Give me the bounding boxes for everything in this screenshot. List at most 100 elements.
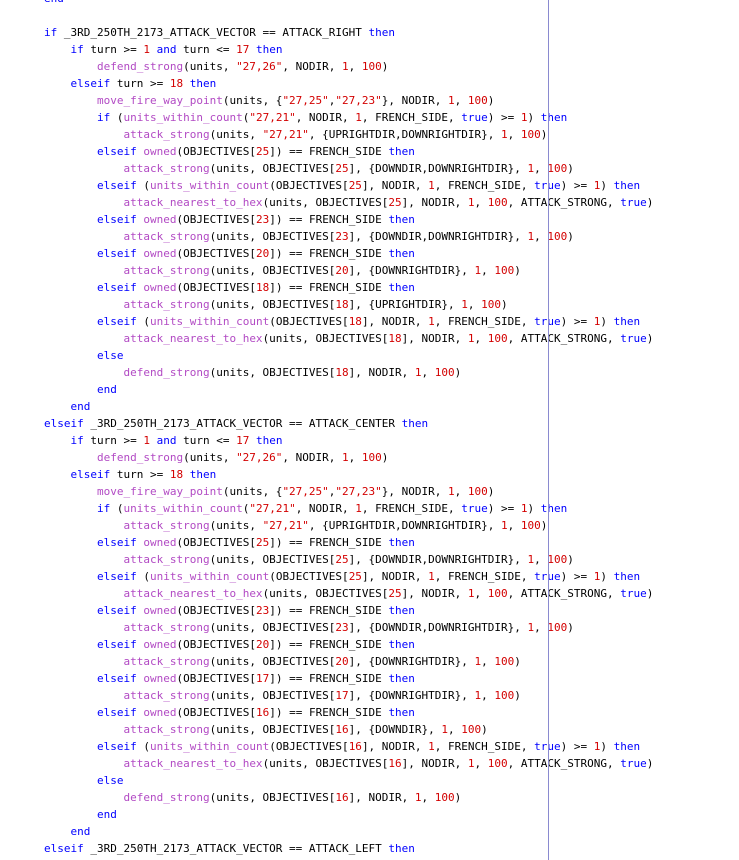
number-token: 25 xyxy=(348,179,362,192)
code-line[interactable]: elseif (units_within_count(OBJECTIVES[18… xyxy=(44,313,653,330)
code-line[interactable]: attack_strong(units, "27,21", {UPRIGHTDI… xyxy=(44,517,653,534)
text-token: ], NODIR, xyxy=(401,757,468,770)
code-line[interactable]: attack_strong(units, OBJECTIVES[20], {DO… xyxy=(44,262,653,279)
code-line[interactable]: elseif owned(OBJECTIVES[18]) == FRENCH_S… xyxy=(44,279,653,296)
code-line[interactable]: elseif owned(OBJECTIVES[20]) == FRENCH_S… xyxy=(44,245,653,262)
code-line[interactable]: attack_strong(units, OBJECTIVES[25], {DO… xyxy=(44,160,653,177)
code-line[interactable]: move_fire_way_point(units, {"27,25", "27,… xyxy=(44,92,653,109)
code-line[interactable]: attack_nearest_to_hex(units, OBJECTIVES[… xyxy=(44,330,653,347)
code-line[interactable] xyxy=(44,7,653,24)
code-line[interactable]: defend_strong(units, "27,26", NODIR, 1, … xyxy=(44,58,653,75)
text-token: ]) == FRENCH_SIDE xyxy=(269,706,389,719)
code-line[interactable]: elseif (units_within_count(OBJECTIVES[16… xyxy=(44,738,653,755)
code-line[interactable]: attack_nearest_to_hex(units, OBJECTIVES[… xyxy=(44,194,653,211)
code-line[interactable]: attack_strong(units, "27,21", {UPRIGHTDI… xyxy=(44,126,653,143)
code-line[interactable]: end xyxy=(44,806,653,823)
text-token: ) xyxy=(646,757,654,770)
code-line[interactable]: attack_strong(units, OBJECTIVES[17], {DO… xyxy=(44,687,653,704)
number-token: 20 xyxy=(335,655,349,668)
code-line[interactable]: if turn >= 1 and turn <= 17 then xyxy=(44,432,653,449)
number-token: 25 xyxy=(335,553,349,566)
text-token: , FRENCH_SIDE, xyxy=(361,111,462,124)
code-editor[interactable]: end if _3RD_250TH_2173_ATTACK_VECTOR == … xyxy=(0,0,739,860)
text-token: ) xyxy=(646,587,654,600)
code-line[interactable]: elseif turn >= 18 then xyxy=(44,75,653,92)
code-line[interactable]: defend_strong(units, "27,26", NODIR, 1, … xyxy=(44,449,653,466)
number-token: 100 xyxy=(494,655,515,668)
code-line[interactable]: elseif owned(OBJECTIVES[20]) == FRENCH_S… xyxy=(44,636,653,653)
code-line[interactable]: if turn >= 1 and turn <= 17 then xyxy=(44,41,653,58)
code-line[interactable]: elseif owned(OBJECTIVES[16]) == FRENCH_S… xyxy=(44,704,653,721)
number-token: 100 xyxy=(481,298,502,311)
code-line[interactable]: elseif turn >= 18 then xyxy=(44,466,653,483)
code-line[interactable]: end xyxy=(44,823,653,840)
function-token: attack_strong xyxy=(123,621,210,634)
text-token: (OBJECTIVES[ xyxy=(269,570,349,583)
code-line[interactable]: attack_nearest_to_hex(units, OBJECTIVES[… xyxy=(44,585,653,602)
keyword-token: if xyxy=(70,434,84,447)
code-line[interactable]: attack_strong(units, OBJECTIVES[18], {UP… xyxy=(44,296,653,313)
text-token: ) xyxy=(487,94,495,107)
code-line[interactable]: elseif owned(OBJECTIVES[25]) == FRENCH_S… xyxy=(44,143,653,160)
code-line[interactable]: attack_strong(units, OBJECTIVES[20], {DO… xyxy=(44,653,653,670)
code-line[interactable]: elseif owned(OBJECTIVES[23]) == FRENCH_S… xyxy=(44,211,653,228)
code-line[interactable]: if (units_within_count("27,21", NODIR, 1… xyxy=(44,109,653,126)
text-token: ], {DOWNRIGHTDIR}, xyxy=(348,264,475,277)
keyword-token: end xyxy=(96,808,117,821)
code-line[interactable]: elseif owned(OBJECTIVES[17]) == FRENCH_S… xyxy=(44,670,653,687)
function-token: attack_nearest_to_hex xyxy=(123,757,263,770)
code-line[interactable]: elseif _3RD_250TH_2173_ATTACK_VECTOR == … xyxy=(44,840,653,857)
code-line[interactable]: end xyxy=(44,381,653,398)
text-token: , xyxy=(534,230,548,243)
code-line[interactable]: if _3RD_250TH_2173_ATTACK_VECTOR == ATTA… xyxy=(44,24,653,41)
keyword-token: true xyxy=(620,196,647,209)
code-line[interactable]: move_fire_way_point(units, {"27,25", "27,… xyxy=(44,483,653,500)
keyword-token: true xyxy=(461,502,488,515)
code-line[interactable]: elseif owned(OBJECTIVES[23]) == FRENCH_S… xyxy=(44,602,653,619)
keyword-token: then xyxy=(388,213,415,226)
code-line[interactable]: end xyxy=(44,0,653,7)
text-token: ], {UPRIGHTDIR}, xyxy=(348,298,462,311)
keyword-token: elseif xyxy=(70,468,111,481)
function-token: defend_strong xyxy=(123,791,210,804)
code-line[interactable]: elseif (units_within_count(OBJECTIVES[25… xyxy=(44,177,653,194)
code-line[interactable]: if (units_within_count("27,21", NODIR, 1… xyxy=(44,500,653,517)
code-line[interactable]: end xyxy=(44,398,653,415)
text-token: , NODIR, xyxy=(295,111,356,124)
code-line[interactable]: defend_strong(units, OBJECTIVES[18], NOD… xyxy=(44,364,653,381)
code-line[interactable]: attack_strong(units, OBJECTIVES[16], {DO… xyxy=(44,721,653,738)
code-line[interactable]: attack_strong(units, OBJECTIVES[23], {DO… xyxy=(44,619,653,636)
function-token: owned xyxy=(143,604,177,617)
function-token: owned xyxy=(143,706,177,719)
code-line[interactable]: attack_nearest_to_hex(units, OBJECTIVES[… xyxy=(44,755,653,772)
text-token: , xyxy=(474,332,488,345)
text-token: , xyxy=(474,196,488,209)
text-token: ], {DOWNDIR,DOWNRIGHTDIR}, xyxy=(348,621,528,634)
function-token: attack_strong xyxy=(123,298,210,311)
code-line[interactable]: else xyxy=(44,347,653,364)
string-token: "27,25" xyxy=(282,94,329,107)
text-token: (units, xyxy=(183,60,237,73)
code-line[interactable]: elseif (units_within_count(OBJECTIVES[25… xyxy=(44,568,653,585)
code-text-area[interactable]: end if _3RD_250TH_2173_ATTACK_VECTOR == … xyxy=(44,0,653,857)
code-line[interactable]: else xyxy=(44,772,653,789)
text-token: , {UPRIGHTDIR,DOWNRIGHTDIR}, xyxy=(308,519,501,532)
function-token: owned xyxy=(143,281,177,294)
code-line[interactable]: attack_strong(units, OBJECTIVES[23], {DO… xyxy=(44,228,653,245)
code-line[interactable]: defend_strong(units, OBJECTIVES[16], NOD… xyxy=(44,789,653,806)
code-line[interactable]: elseif _3RD_250TH_2173_ATTACK_VECTOR == … xyxy=(44,415,653,432)
number-token: 1 xyxy=(143,43,150,56)
text-token: , xyxy=(534,162,548,175)
code-line[interactable]: elseif owned(OBJECTIVES[25]) == FRENCH_S… xyxy=(44,534,653,551)
code-line[interactable]: attack_strong(units, OBJECTIVES[25], {DO… xyxy=(44,551,653,568)
